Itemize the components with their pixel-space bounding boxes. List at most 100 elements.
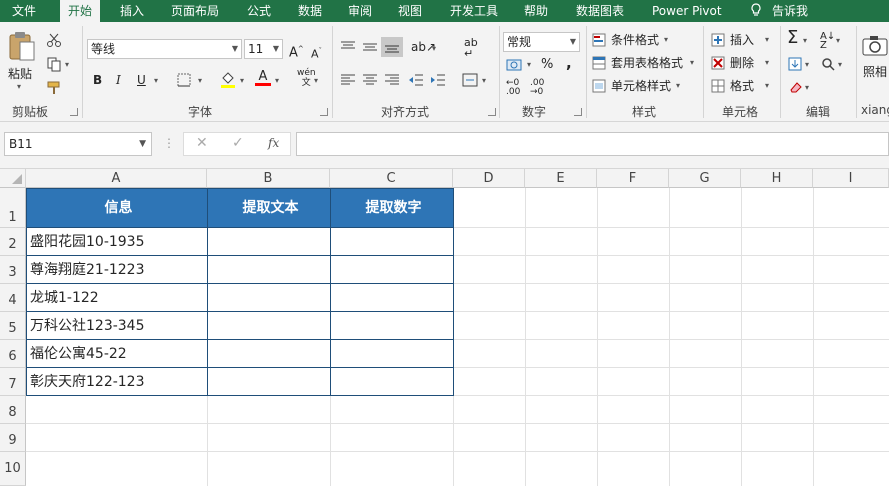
tab-formulas[interactable]: 公式 xyxy=(239,0,279,22)
font-color-dropdown-icon[interactable]: ▾ xyxy=(275,76,279,85)
table-cell-text[interactable] xyxy=(207,340,331,368)
align-center-icon[interactable] xyxy=(362,73,378,87)
wrap-text-icon[interactable]: ab ↵ xyxy=(464,37,478,59)
copy-dropdown-icon[interactable]: ▾ xyxy=(65,60,69,69)
align-left-icon[interactable] xyxy=(340,73,356,87)
row-header-6[interactable]: 6 xyxy=(0,340,26,368)
underline-dropdown-icon[interactable]: ▾ xyxy=(154,76,158,85)
conditional-format-button[interactable]: 条件格式 ▾ xyxy=(592,32,676,50)
table-header-info[interactable]: 信息 xyxy=(26,188,208,228)
italic-button[interactable]: I xyxy=(116,72,121,88)
sort-filter-icon[interactable]: A↓ Z xyxy=(820,32,835,51)
column-header-b[interactable]: B xyxy=(207,169,330,188)
column-header-a[interactable]: A xyxy=(26,169,207,188)
row-header-4[interactable]: 4 xyxy=(0,284,26,312)
tab-page-layout[interactable]: 页面布局 xyxy=(163,0,227,22)
accounting-dropdown-icon[interactable]: ▾ xyxy=(527,60,531,69)
font-launcher-icon[interactable] xyxy=(320,108,328,116)
table-cell-info[interactable]: 龙城1-122 xyxy=(26,284,208,312)
tab-data[interactable]: 数据 xyxy=(290,0,330,22)
clipboard-launcher-icon[interactable] xyxy=(70,108,78,116)
table-cell-text[interactable] xyxy=(207,368,331,396)
insert-function-icon[interactable]: fx xyxy=(268,136,279,150)
tab-home[interactable]: 开始 xyxy=(60,0,101,23)
format-cells-button[interactable]: 格式 ▾ xyxy=(711,78,773,96)
number-launcher-icon[interactable] xyxy=(574,108,582,116)
table-cell-text[interactable] xyxy=(207,312,331,340)
table-header-extract-text[interactable]: 提取文本 xyxy=(207,188,331,228)
name-box[interactable]: B11 ▼ xyxy=(4,132,152,156)
paste-button[interactable]: 粘贴 ▾ xyxy=(4,28,40,91)
underline-button[interactable]: U xyxy=(137,72,146,88)
table-cell-info[interactable]: 尊海翔庭21-1223 xyxy=(26,256,208,284)
cell-styles-button[interactable]: 单元格样式 ▾ xyxy=(592,78,688,96)
decrease-indent-icon[interactable] xyxy=(408,73,424,87)
number-format-select[interactable]: 常规 ▼ xyxy=(503,32,580,52)
decrease-decimal-icon[interactable]: .00 →0 xyxy=(530,79,544,97)
cancel-icon[interactable]: ✕ xyxy=(196,135,208,151)
comma-button[interactable]: , xyxy=(566,55,572,71)
table-cell-text[interactable] xyxy=(207,228,331,256)
percent-button[interactable]: % xyxy=(541,57,553,73)
cut-icon[interactable] xyxy=(46,32,62,48)
copy-icon[interactable] xyxy=(46,56,62,72)
table-cell-info[interactable]: 福伦公寓45-22 xyxy=(26,340,208,368)
align-top-icon[interactable] xyxy=(340,40,356,54)
row-header-5[interactable]: 5 xyxy=(0,312,26,340)
alignment-launcher-icon[interactable] xyxy=(488,108,496,116)
column-header-c[interactable]: C xyxy=(330,169,453,188)
clear-dropdown-icon[interactable]: ▾ xyxy=(805,83,809,92)
orientation-dropdown-icon[interactable]: ▾ xyxy=(432,44,436,53)
row-header-3[interactable]: 3 xyxy=(0,256,26,284)
row-header-2[interactable]: 2 xyxy=(0,228,26,256)
fill-icon[interactable] xyxy=(788,57,802,71)
border-dropdown-icon[interactable]: ▾ xyxy=(198,76,202,85)
row-header-9[interactable]: 9 xyxy=(0,424,26,452)
tab-insert[interactable]: 插入 xyxy=(112,0,152,22)
font-size-select[interactable]: 11 ▼ xyxy=(244,39,283,59)
clear-icon[interactable] xyxy=(788,80,802,94)
increase-decimal-icon[interactable]: ←0.00 xyxy=(506,79,520,97)
formula-input[interactable] xyxy=(296,132,889,156)
column-header-i[interactable]: I xyxy=(813,169,889,188)
align-bottom-button[interactable] xyxy=(381,37,403,57)
row-header-7[interactable]: 7 xyxy=(0,368,26,396)
phonetic-icon[interactable]: wén 文 xyxy=(297,68,316,88)
column-header-h[interactable]: H xyxy=(741,169,813,188)
tab-power-pivot[interactable]: Power Pivot xyxy=(644,0,730,22)
find-icon[interactable] xyxy=(821,57,835,71)
align-right-icon[interactable] xyxy=(384,73,400,87)
border-icon[interactable] xyxy=(177,73,191,87)
table-cell-number[interactable] xyxy=(330,312,454,340)
table-cell-text[interactable] xyxy=(207,284,331,312)
tab-review[interactable]: 审阅 xyxy=(340,0,380,22)
table-cell-number[interactable] xyxy=(330,256,454,284)
format-as-table-button[interactable]: 套用表格格式 ▾ xyxy=(592,55,702,73)
font-color-icon[interactable]: A xyxy=(255,69,271,89)
enter-icon[interactable]: ✓ xyxy=(232,135,244,151)
table-cell-info[interactable]: 盛阳花园10-1935 xyxy=(26,228,208,256)
select-all-corner[interactable] xyxy=(0,169,26,188)
merge-dropdown-icon[interactable]: ▾ xyxy=(482,76,486,85)
accounting-format-icon[interactable] xyxy=(506,58,524,72)
table-cell-number[interactable] xyxy=(330,228,454,256)
fill-dropdown-icon[interactable]: ▾ xyxy=(240,76,244,85)
tab-view[interactable]: 视图 xyxy=(390,0,430,22)
tab-developer[interactable]: 开发工具 xyxy=(442,0,506,22)
column-header-g[interactable]: G xyxy=(669,169,741,188)
table-cell-number[interactable] xyxy=(330,368,454,396)
row-header-10[interactable]: 10 xyxy=(0,452,26,486)
table-cell-info[interactable]: 彰庆天府122-123 xyxy=(26,368,208,396)
fill-dropdown-icon[interactable]: ▾ xyxy=(805,60,809,69)
find-dropdown-icon[interactable]: ▾ xyxy=(838,60,842,69)
fill-color-icon[interactable] xyxy=(220,70,236,88)
phonetic-dropdown-icon[interactable]: ▾ xyxy=(314,76,318,85)
font-name-select[interactable]: 等线 ▼ xyxy=(87,39,242,59)
column-header-d[interactable]: D xyxy=(453,169,525,188)
decrease-font-icon[interactable]: Aˇ xyxy=(311,43,322,63)
table-cell-info[interactable]: 万科公社123-345 xyxy=(26,312,208,340)
column-header-f[interactable]: F xyxy=(597,169,669,188)
table-cell-number[interactable] xyxy=(330,340,454,368)
autosum-dropdown-icon[interactable]: ▾ xyxy=(803,36,807,45)
increase-font-icon[interactable]: A^ xyxy=(289,41,304,61)
